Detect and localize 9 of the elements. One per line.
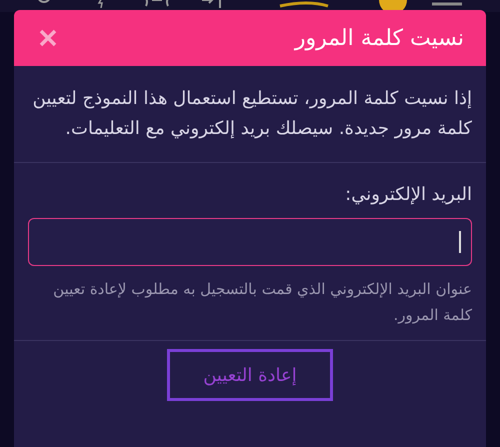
menu-icon[interactable]	[432, 2, 462, 6]
email-hint: عنوان البريد الإلكتروني الذي قمت بالتسجيل به مطلوب لإعادة تعيين كلمة المرور.	[52, 279, 472, 326]
email-field[interactable]	[28, 218, 472, 266]
intro-text: إذا نسيت كلمة المرور، تستطيع استعمال هذا النموذج لتعيين كلمة مرور جديدة. سيصلك بريد إلكتروني مع التعليمات.	[32, 87, 472, 141]
text-cursor	[459, 231, 461, 253]
close-icon	[39, 29, 57, 47]
reset-button[interactable]: إعادة التعيين	[167, 349, 333, 401]
email-label: البريد الإلكتروني:	[344, 183, 472, 207]
dialog-title: نسيت كلمة المرور	[294, 24, 464, 52]
